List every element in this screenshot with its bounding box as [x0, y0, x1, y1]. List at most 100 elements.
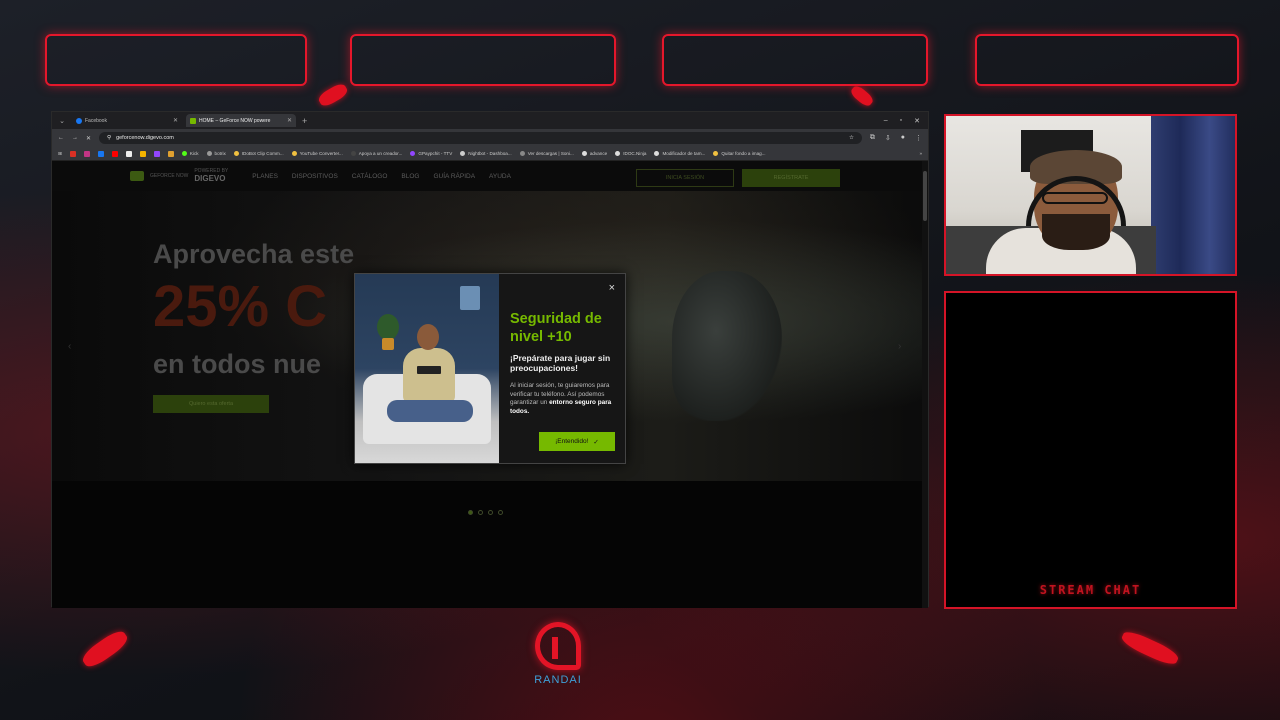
menu-icon[interactable]: ⋮	[915, 134, 922, 142]
carousel-prev-icon[interactable]: ‹	[68, 341, 71, 352]
randai-logo-icon	[535, 622, 581, 670]
youtube-bookmark-icon[interactable]	[111, 150, 118, 157]
logo-digevo: POWERED BY DIGEVO	[194, 168, 229, 184]
carousel-dots	[468, 510, 503, 515]
overlay-banner-frame	[975, 34, 1239, 86]
webcam-feed	[944, 114, 1237, 276]
nvidia-favicon-icon	[190, 117, 196, 124]
checkmark-icon: ✓	[593, 438, 599, 446]
bookmark-item[interactable]: botrix	[206, 151, 226, 156]
hero-heading-line1: Aprovecha este	[153, 239, 355, 269]
tab-search-icon[interactable]: ⌄	[56, 117, 68, 125]
bookmark-item[interactable]: Ver descargas | Soni...	[519, 151, 574, 156]
nav-blog[interactable]: BLOG	[401, 173, 419, 180]
photo-pot	[382, 338, 394, 350]
new-tab-icon[interactable]: +	[302, 116, 307, 126]
bookmark-item[interactable]: Modificador de tam...	[654, 151, 705, 156]
bookmark-item[interactable]: Quitar fondo a imag...	[713, 151, 766, 156]
photo-lamp	[460, 286, 480, 310]
carousel-dot[interactable]	[498, 510, 503, 515]
stream-chat-panel: STREAM CHAT	[944, 291, 1237, 609]
more-bookmarks-icon[interactable]: »	[919, 151, 922, 156]
url-text: geforcenow.digevo.com	[116, 135, 174, 141]
tab-geforce-now[interactable]: HOME – GeForce NOW powere ✕	[186, 114, 296, 127]
overlay-banner-frame	[45, 34, 307, 86]
carousel-dot[interactable]	[478, 510, 483, 515]
site-info-icon[interactable]: ⚲	[107, 135, 111, 141]
nav-planes[interactable]: PLANES	[252, 173, 278, 180]
instagram-bookmark-icon[interactable]	[83, 150, 90, 157]
bookmark-item[interactable]: Nightbot - Dashboa...	[460, 151, 512, 156]
tab-label: Facebook	[85, 117, 107, 124]
toolbar-icons: ⧉ ⇩ ● ⋮	[870, 134, 922, 142]
twitch-bookmark-icon[interactable]	[153, 150, 160, 157]
cam-beard	[1042, 214, 1110, 250]
modal-description: Al iniciar sesión, te guiaremos para ver…	[510, 382, 612, 415]
bookmark-star-icon[interactable]: ☆	[849, 135, 854, 141]
nav-dispositivos[interactable]: DISPOSITIVOS	[292, 173, 338, 180]
geforce-now-logo[interactable]: GEFORCE NOW POWERED BY DIGEVO	[130, 169, 228, 183]
nvidia-eye-icon	[130, 171, 144, 181]
modal-confirm-label: ¡Entendido!	[555, 438, 589, 445]
address-bar[interactable]: ⚲ geforcenow.digevo.com ☆	[99, 132, 862, 144]
modal-body: × Seguridad de nivel +10 ¡Prepárate para…	[499, 274, 625, 463]
apps-icon[interactable]: ⊞	[58, 151, 62, 157]
bookmark-item[interactable]: IDoBot Clip Comm...	[233, 151, 284, 156]
tab-facebook[interactable]: Facebook ✕	[72, 114, 182, 127]
site-navbar: GEFORCE NOW POWERED BY DIGEVO PLANES DIS…	[52, 161, 928, 191]
photo-person-legs	[387, 400, 473, 422]
facebook-bookmark-icon[interactable]	[97, 150, 104, 157]
overlay-banner-frame	[662, 34, 928, 86]
nav-ayuda[interactable]: AYUDA	[489, 173, 511, 180]
downloads-icon[interactable]: ⇩	[885, 134, 891, 142]
photo-plant	[377, 314, 399, 340]
facebook-favicon-icon	[76, 117, 82, 124]
modal-illustration-photo	[355, 274, 499, 463]
browser-toolbar: ← → ✕ ⚲ geforcenow.digevo.com ☆ ⧉ ⇩ ● ⋮	[52, 129, 928, 147]
profile-avatar-icon[interactable]: ●	[901, 134, 905, 142]
modal-confirm-button[interactable]: ¡Entendido! ✓	[539, 432, 615, 451]
hero-image-character	[672, 271, 782, 421]
channel-logo: RANDAI	[530, 622, 586, 686]
bookmark-item[interactable]: Kick	[181, 151, 199, 156]
scrollbar-thumb[interactable]	[923, 171, 927, 221]
overlay-banner-frame	[350, 34, 616, 86]
page-scrollbar[interactable]	[922, 161, 928, 608]
bookmark-item[interactable]: YouTube Converter...	[291, 151, 343, 156]
back-icon[interactable]: ←	[58, 135, 64, 141]
modal-title: Seguridad de nivel +10	[510, 311, 602, 345]
bookmark-item[interactable]: IDOC.Ninja	[615, 151, 646, 156]
close-tab-icon[interactable]: ✕	[173, 117, 178, 124]
bookmark-item[interactable]: advance	[581, 151, 607, 156]
nav-catalogo[interactable]: CATÁLOGO	[352, 173, 388, 180]
minimize-icon[interactable]: –	[884, 117, 888, 125]
modal-subtitle: ¡Prepárate para jugar sin preocupaciones…	[510, 353, 611, 373]
tab-label: HOME – GeForce NOW powere	[199, 117, 271, 124]
bookmark-item[interactable]: GPaypchit - TTV	[410, 151, 452, 156]
extensions-icon[interactable]: ⧉	[870, 134, 875, 142]
stop-loading-icon[interactable]: ✕	[86, 135, 91, 142]
forward-icon[interactable]: →	[72, 135, 78, 141]
hero-offer-button[interactable]: Quiero esta oferta	[153, 395, 269, 413]
x-bookmark-icon[interactable]	[125, 150, 132, 157]
carousel-dot[interactable]	[468, 510, 473, 515]
carousel-dot[interactable]	[488, 510, 493, 515]
login-button[interactable]: INICIA SESIÓN	[636, 169, 734, 187]
logo-text: GEFORCE NOW	[150, 172, 189, 179]
bookmark-item[interactable]: Apoya a un creador...	[350, 151, 402, 156]
register-button[interactable]: REGÍSTRATE	[742, 169, 840, 187]
window-controls: – ▫ ✕	[884, 117, 928, 125]
drive-bookmark-icon[interactable]	[139, 150, 146, 157]
gmail-bookmark-icon[interactable]	[69, 150, 76, 157]
security-modal: × Seguridad de nivel +10 ¡Prepárate para…	[354, 273, 626, 464]
close-tab-icon[interactable]: ✕	[287, 117, 292, 124]
carousel-next-icon[interactable]: ›	[898, 341, 901, 352]
modal-close-icon[interactable]: ×	[609, 282, 615, 294]
maximize-icon[interactable]: ▫	[900, 117, 902, 125]
close-window-icon[interactable]: ✕	[914, 117, 920, 125]
bookmarks-bar: ⊞ Kick botrix IDoBot Clip Comm... YouTub…	[52, 147, 928, 161]
folder-bookmark-icon[interactable]	[167, 150, 174, 157]
browser-window: ⌄ Facebook ✕ HOME – GeForce NOW powere ✕…	[51, 111, 929, 608]
nav-guia-rapida[interactable]: GUÍA RÁPIDA	[433, 173, 475, 180]
hero-heading-discount: 25% C	[153, 274, 328, 339]
